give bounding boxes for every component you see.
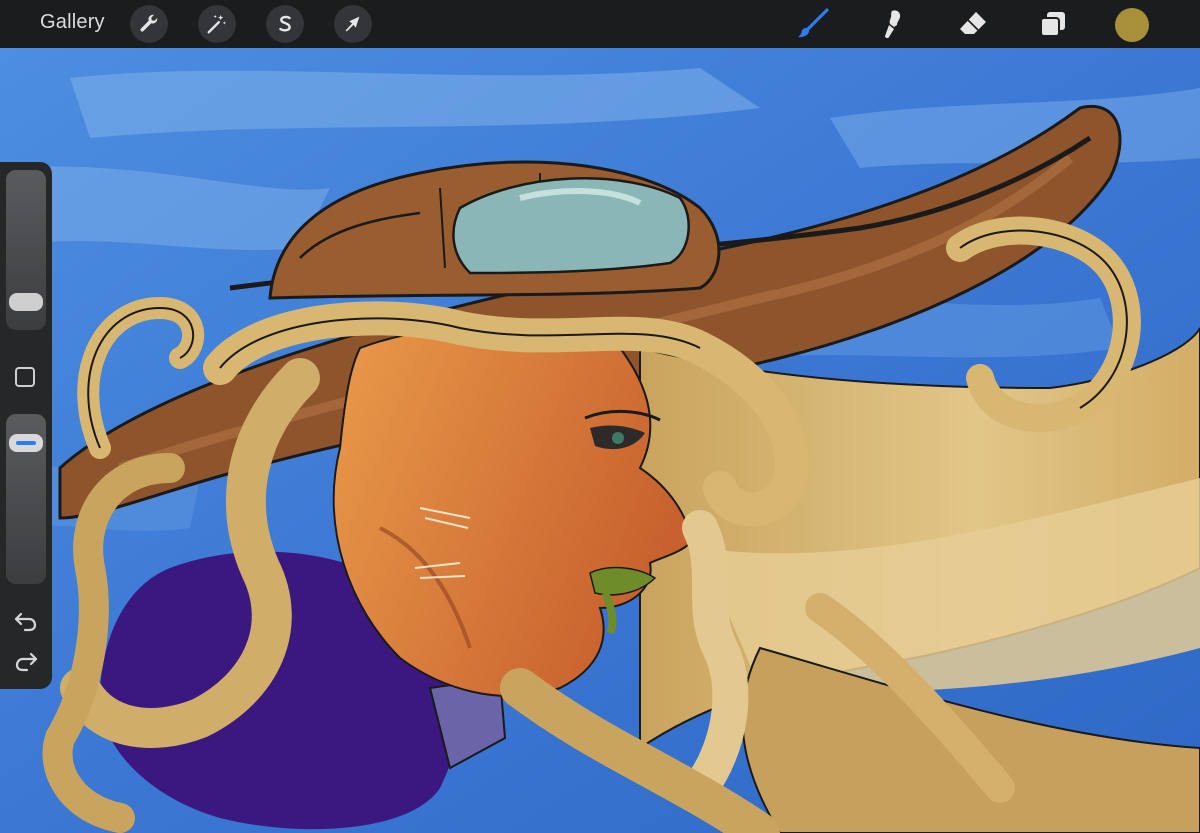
eraser-tool[interactable] [955, 6, 991, 42]
brush-size-slider[interactable] [6, 170, 46, 330]
actions-button[interactable] [130, 5, 168, 43]
color-swatch-button[interactable] [1115, 8, 1149, 42]
brush-tool[interactable] [795, 6, 831, 42]
undo-icon[interactable] [13, 610, 39, 632]
smudge-icon [885, 10, 901, 39]
layers-tool[interactable] [1035, 6, 1071, 42]
selection-button[interactable] [266, 5, 304, 43]
eraser-icon [960, 12, 986, 34]
artwork [0, 48, 1200, 833]
magic-wand-icon [207, 14, 227, 34]
smudge-tool[interactable] [875, 6, 911, 42]
opacity-thumb[interactable] [9, 434, 43, 452]
opacity-slider[interactable] [6, 414, 46, 584]
layers-icon [1040, 12, 1065, 37]
drawing-canvas[interactable] [0, 48, 1200, 833]
top-toolbar: Gallery [0, 0, 1200, 48]
brush-icon [798, 8, 829, 38]
gallery-button[interactable]: Gallery [40, 11, 105, 34]
sidebar-panel [0, 162, 52, 689]
modify-square-icon[interactable] [15, 367, 35, 387]
arrow-transform-icon [345, 16, 360, 32]
wrench-icon [140, 14, 158, 32]
redo-icon[interactable] [13, 650, 39, 672]
adjustments-button[interactable] [198, 5, 236, 43]
selection-s-icon [279, 15, 291, 32]
brush-size-thumb[interactable] [9, 293, 43, 311]
transform-button[interactable] [334, 5, 372, 43]
